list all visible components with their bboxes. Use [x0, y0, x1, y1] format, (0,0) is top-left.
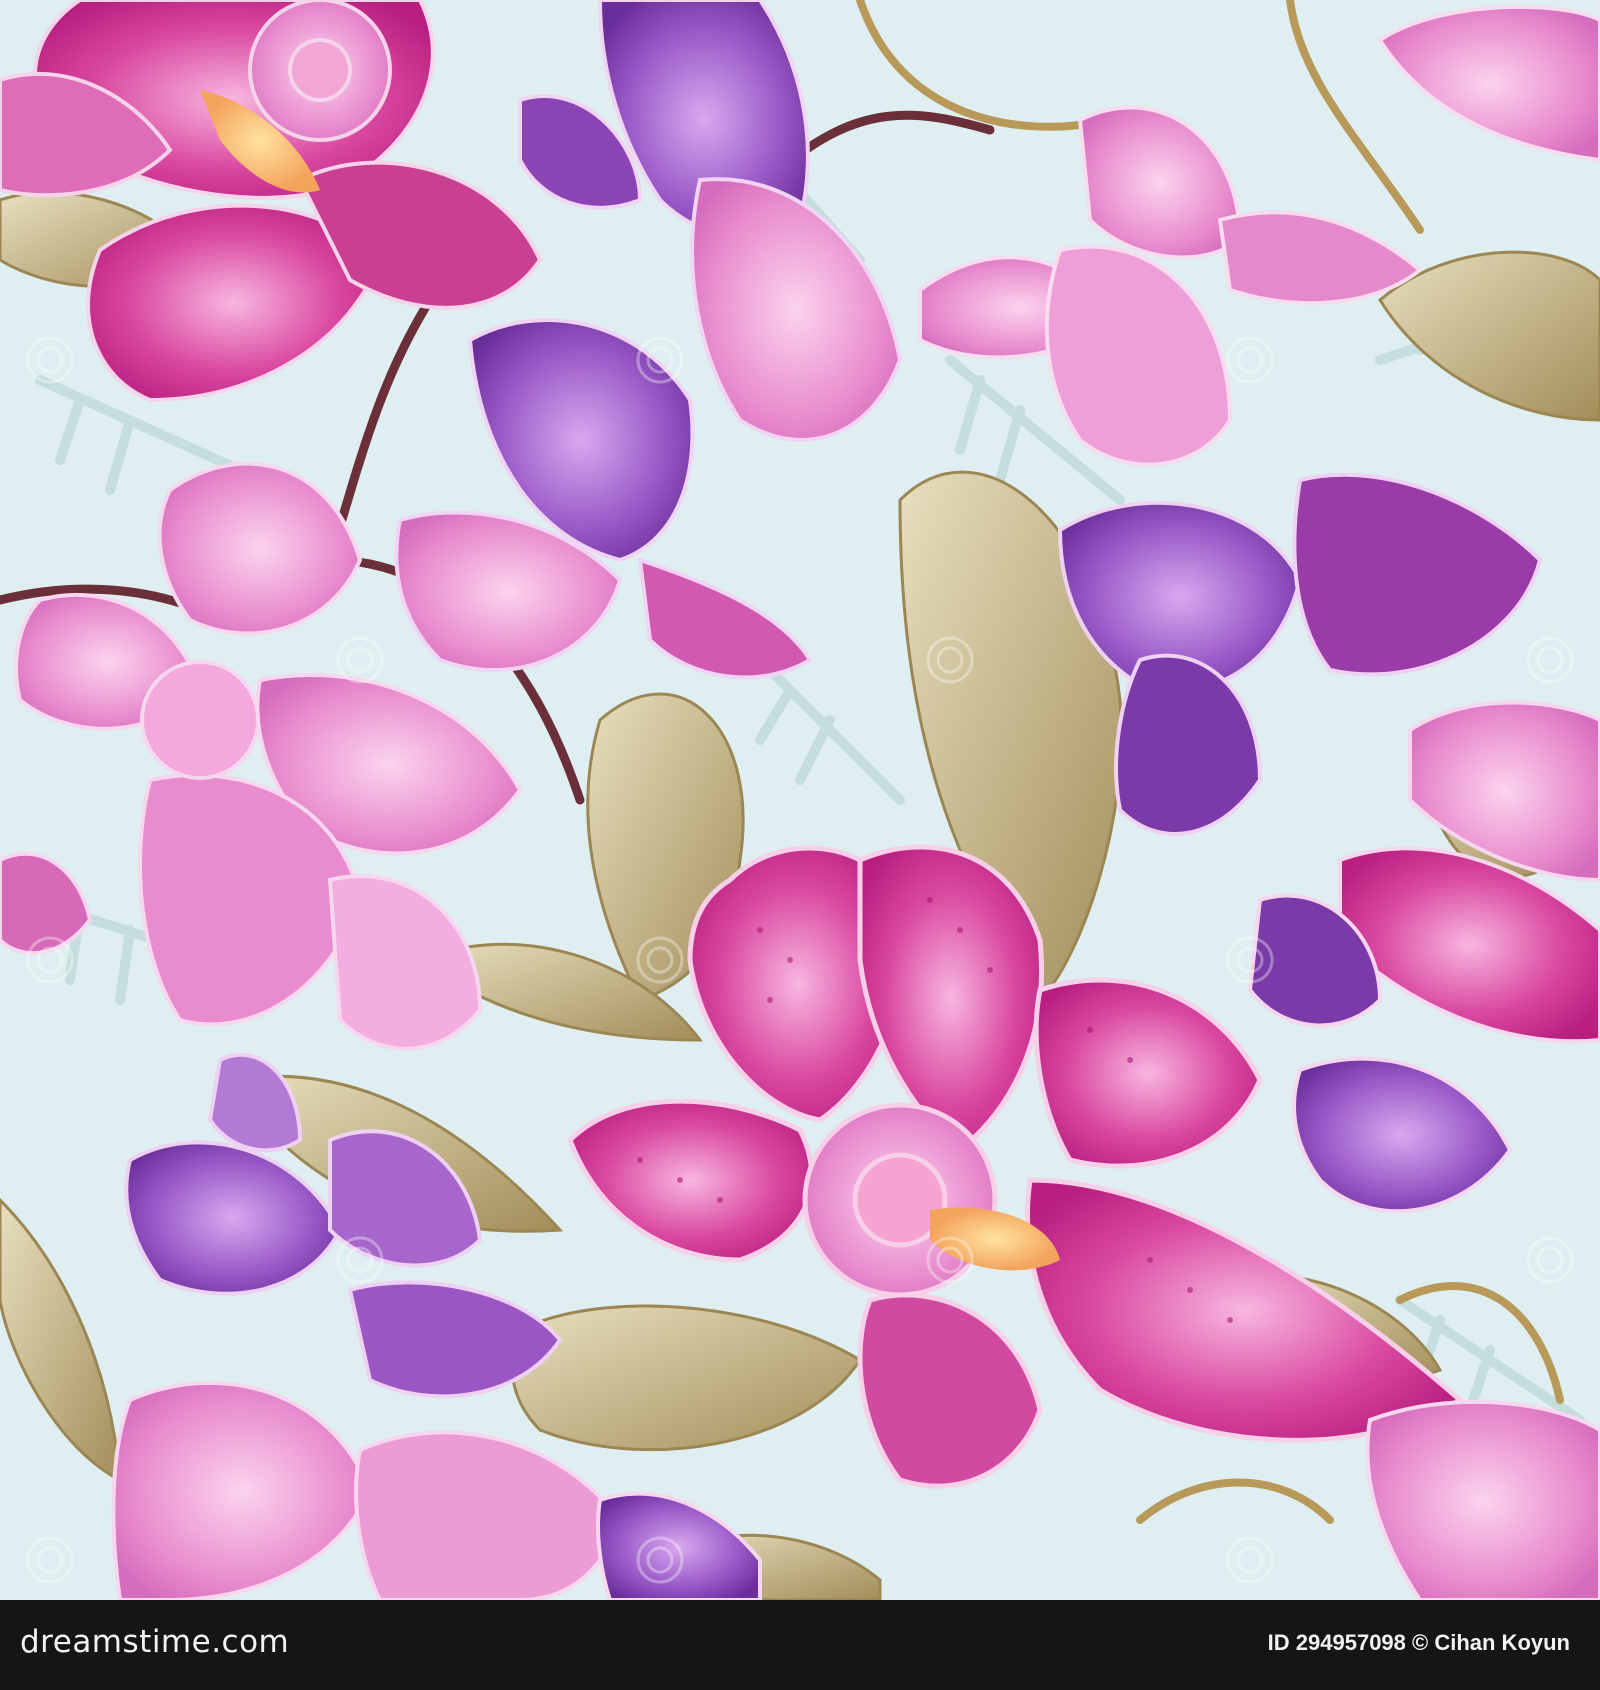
orchid-bottom-right — [1365, 1399, 1600, 1600]
dreamstime-logo-text[interactable]: dreamstime.com — [20, 1624, 289, 1660]
stock-photo-footer: dreamstime.com ID 294957098 © Cihan Koyu… — [0, 1600, 1600, 1690]
orchid-right-middle — [1247, 700, 1600, 1214]
floral-pattern-image — [0, 0, 1600, 1600]
orchid-top-center — [394, 0, 903, 680]
image-id-credit: ID 294957098 © Cihan Koyun — [1267, 1630, 1570, 1655]
